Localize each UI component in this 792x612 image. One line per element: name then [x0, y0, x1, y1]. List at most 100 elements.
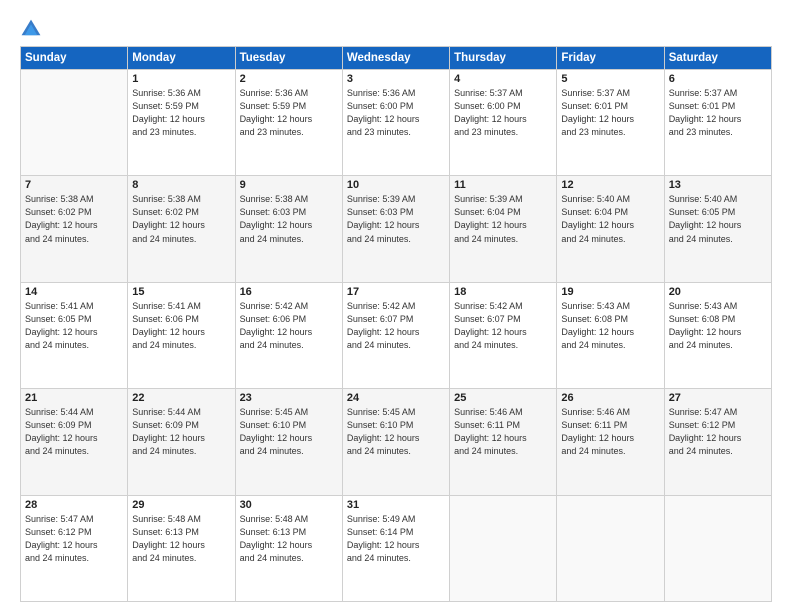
day-number: 25: [454, 392, 552, 404]
day-info: Sunrise: 5:41 AM Sunset: 6:05 PM Dayligh…: [25, 300, 123, 352]
calendar-cell: 12 Sunrise: 5:40 AM Sunset: 6:04 PM Dayli…: [557, 176, 664, 282]
day-number: 5: [561, 73, 659, 85]
week-row-2: 7 Sunrise: 5:38 AM Sunset: 6:02 PM Daylig…: [21, 176, 772, 282]
day-info: Sunrise: 5:46 AM Sunset: 6:11 PM Dayligh…: [561, 406, 659, 458]
day-number: 7: [25, 179, 123, 191]
day-number: 6: [669, 73, 767, 85]
calendar-cell: 15 Sunrise: 5:41 AM Sunset: 6:06 PM Dayli…: [128, 282, 235, 388]
week-row-3: 14 Sunrise: 5:41 AM Sunset: 6:05 PM Dayli…: [21, 282, 772, 388]
calendar-cell: 5 Sunrise: 5:37 AM Sunset: 6:01 PM Daylig…: [557, 70, 664, 176]
day-info: Sunrise: 5:37 AM Sunset: 6:01 PM Dayligh…: [669, 87, 767, 139]
day-number: 8: [132, 179, 230, 191]
calendar-cell: 3 Sunrise: 5:36 AM Sunset: 6:00 PM Daylig…: [342, 70, 449, 176]
day-number: 27: [669, 392, 767, 404]
day-number: 12: [561, 179, 659, 191]
day-number: 3: [347, 73, 445, 85]
calendar-cell: 9 Sunrise: 5:38 AM Sunset: 6:03 PM Daylig…: [235, 176, 342, 282]
day-number: 4: [454, 73, 552, 85]
day-info: Sunrise: 5:48 AM Sunset: 6:13 PM Dayligh…: [240, 513, 338, 565]
day-info: Sunrise: 5:41 AM Sunset: 6:06 PM Dayligh…: [132, 300, 230, 352]
day-info: Sunrise: 5:45 AM Sunset: 6:10 PM Dayligh…: [347, 406, 445, 458]
day-number: 26: [561, 392, 659, 404]
calendar-cell: 28 Sunrise: 5:47 AM Sunset: 6:12 PM Dayli…: [21, 495, 128, 601]
weekday-header-friday: Friday: [557, 47, 664, 70]
day-number: 22: [132, 392, 230, 404]
day-info: Sunrise: 5:44 AM Sunset: 6:09 PM Dayligh…: [25, 406, 123, 458]
page: SundayMondayTuesdayWednesdayThursdayFrid…: [0, 0, 792, 612]
calendar-cell: 17 Sunrise: 5:42 AM Sunset: 6:07 PM Dayli…: [342, 282, 449, 388]
weekday-header-sunday: Sunday: [21, 47, 128, 70]
calendar-cell: [557, 495, 664, 601]
day-info: Sunrise: 5:39 AM Sunset: 6:03 PM Dayligh…: [347, 193, 445, 245]
day-number: 30: [240, 499, 338, 511]
day-number: 15: [132, 286, 230, 298]
logo: [20, 18, 46, 40]
day-info: Sunrise: 5:42 AM Sunset: 6:07 PM Dayligh…: [454, 300, 552, 352]
calendar-cell: 13 Sunrise: 5:40 AM Sunset: 6:05 PM Dayli…: [664, 176, 771, 282]
day-number: 11: [454, 179, 552, 191]
calendar-cell: 29 Sunrise: 5:48 AM Sunset: 6:13 PM Dayli…: [128, 495, 235, 601]
day-info: Sunrise: 5:36 AM Sunset: 6:00 PM Dayligh…: [347, 87, 445, 139]
day-info: Sunrise: 5:47 AM Sunset: 6:12 PM Dayligh…: [669, 406, 767, 458]
day-info: Sunrise: 5:40 AM Sunset: 6:05 PM Dayligh…: [669, 193, 767, 245]
day-info: Sunrise: 5:38 AM Sunset: 6:02 PM Dayligh…: [132, 193, 230, 245]
day-info: Sunrise: 5:36 AM Sunset: 5:59 PM Dayligh…: [240, 87, 338, 139]
day-info: Sunrise: 5:48 AM Sunset: 6:13 PM Dayligh…: [132, 513, 230, 565]
week-row-4: 21Sunrise: 5:44 AM Sunset: 6:09 PM Dayli…: [21, 389, 772, 495]
calendar-table: SundayMondayTuesdayWednesdayThursdayFrid…: [20, 46, 772, 602]
day-number: 13: [669, 179, 767, 191]
day-number: 29: [132, 499, 230, 511]
week-row-1: 1 Sunrise: 5:36 AM Sunset: 5:59 PM Daylig…: [21, 70, 772, 176]
calendar-cell: 4 Sunrise: 5:37 AM Sunset: 6:00 PM Daylig…: [450, 70, 557, 176]
calendar-cell: 6 Sunrise: 5:37 AM Sunset: 6:01 PM Daylig…: [664, 70, 771, 176]
calendar-cell: 30 Sunrise: 5:48 AM Sunset: 6:13 PM Dayli…: [235, 495, 342, 601]
day-info: Sunrise: 5:38 AM Sunset: 6:02 PM Dayligh…: [25, 193, 123, 245]
day-info: Sunrise: 5:38 AM Sunset: 6:03 PM Dayligh…: [240, 193, 338, 245]
calendar-cell: 22 Sunrise: 5:44 AM Sunset: 6:09 PM Dayli…: [128, 389, 235, 495]
day-info: Sunrise: 5:39 AM Sunset: 6:04 PM Dayligh…: [454, 193, 552, 245]
day-number: 9: [240, 179, 338, 191]
calendar-cell: 26 Sunrise: 5:46 AM Sunset: 6:11 PM Dayli…: [557, 389, 664, 495]
day-number: 2: [240, 73, 338, 85]
day-number: 28: [25, 499, 123, 511]
calendar-cell: 31Sunrise: 5:49 AM Sunset: 6:14 PM Dayli…: [342, 495, 449, 601]
calendar-cell: [450, 495, 557, 601]
day-info: Sunrise: 5:46 AM Sunset: 6:11 PM Dayligh…: [454, 406, 552, 458]
day-info: Sunrise: 5:47 AM Sunset: 6:12 PM Dayligh…: [25, 513, 123, 565]
day-info: Sunrise: 5:42 AM Sunset: 6:06 PM Dayligh…: [240, 300, 338, 352]
calendar-cell: [664, 495, 771, 601]
day-info: Sunrise: 5:43 AM Sunset: 6:08 PM Dayligh…: [561, 300, 659, 352]
calendar-cell: 2 Sunrise: 5:36 AM Sunset: 5:59 PM Daylig…: [235, 70, 342, 176]
calendar-cell: 11 Sunrise: 5:39 AM Sunset: 6:04 PM Dayli…: [450, 176, 557, 282]
day-info: Sunrise: 5:37 AM Sunset: 6:01 PM Dayligh…: [561, 87, 659, 139]
calendar-cell: 18 Sunrise: 5:42 AM Sunset: 6:07 PM Dayli…: [450, 282, 557, 388]
weekday-header-saturday: Saturday: [664, 47, 771, 70]
day-number: 16: [240, 286, 338, 298]
weekday-header-row: SundayMondayTuesdayWednesdayThursdayFrid…: [21, 47, 772, 70]
day-number: 17: [347, 286, 445, 298]
weekday-header-tuesday: Tuesday: [235, 47, 342, 70]
day-number: 20: [669, 286, 767, 298]
calendar-cell: 19Sunrise: 5:43 AM Sunset: 6:08 PM Dayli…: [557, 282, 664, 388]
day-number: 18: [454, 286, 552, 298]
day-info: Sunrise: 5:44 AM Sunset: 6:09 PM Dayligh…: [132, 406, 230, 458]
weekday-header-wednesday: Wednesday: [342, 47, 449, 70]
day-info: Sunrise: 5:37 AM Sunset: 6:00 PM Dayligh…: [454, 87, 552, 139]
day-info: Sunrise: 5:43 AM Sunset: 6:08 PM Dayligh…: [669, 300, 767, 352]
day-number: 10: [347, 179, 445, 191]
day-number: 24: [347, 392, 445, 404]
day-info: Sunrise: 5:40 AM Sunset: 6:04 PM Dayligh…: [561, 193, 659, 245]
day-number: 1: [132, 73, 230, 85]
day-info: Sunrise: 5:42 AM Sunset: 6:07 PM Dayligh…: [347, 300, 445, 352]
calendar-cell: 20 Sunrise: 5:43 AM Sunset: 6:08 PM Dayli…: [664, 282, 771, 388]
calendar-cell: 1Sunrise: 5:36 AM Sunset: 5:59 PM Daylig…: [128, 70, 235, 176]
day-number: 14: [25, 286, 123, 298]
calendar-cell: 27 Sunrise: 5:47 AM Sunset: 6:12 PM Dayli…: [664, 389, 771, 495]
header: [20, 18, 772, 40]
calendar-cell: 25 Sunrise: 5:46 AM Sunset: 6:11 PM Dayli…: [450, 389, 557, 495]
calendar-cell: 10 Sunrise: 5:39 AM Sunset: 6:03 PM Dayli…: [342, 176, 449, 282]
day-number: 31: [347, 499, 445, 511]
day-number: 23: [240, 392, 338, 404]
calendar-cell: 14 Sunrise: 5:41 AM Sunset: 6:05 PM Dayli…: [21, 282, 128, 388]
calendar-cell: 24 Sunrise: 5:45 AM Sunset: 6:10 PM Dayli…: [342, 389, 449, 495]
